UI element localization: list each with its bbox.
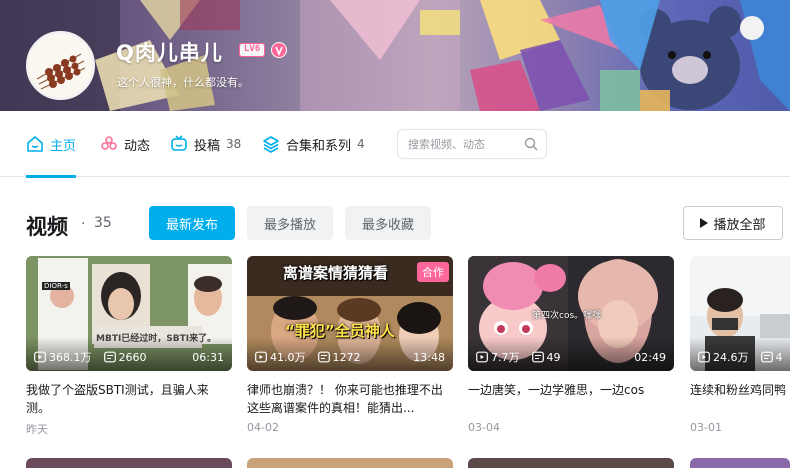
tab-home[interactable]: 主页 xyxy=(26,111,77,178)
video-count: 35 xyxy=(94,215,112,231)
danmaku-icon xyxy=(531,351,544,363)
user-name: Q肉儿串儿 xyxy=(116,41,223,65)
thumbnail-caption: 第四次cos。嘿嘿 xyxy=(532,311,602,321)
video-card[interactable]: 24.6万 4 连续和粉丝鸡同鸭 03-01 xyxy=(690,256,790,434)
sort-most-favorited-button[interactable]: 最多收藏 xyxy=(345,206,431,240)
danmaku-icon xyxy=(103,351,116,363)
video-thumbnail[interactable]: MBTI已经过时，SBTI来了。 DIOR-s 368.1万 2660 06:3… xyxy=(26,256,232,371)
video-thumbnail[interactable]: 第四次cos。嘿嘿 7.7万 49 02:49 xyxy=(468,256,674,371)
search-input[interactable] xyxy=(408,135,518,153)
tab-activity-label: 动态 xyxy=(124,138,151,154)
section-separator: · xyxy=(81,216,86,232)
play-all-button[interactable]: 播放全部 xyxy=(683,206,783,240)
video-duration: 13:48 xyxy=(413,350,445,364)
play-all-label: 播放全部 xyxy=(713,217,766,233)
search-box xyxy=(397,129,547,159)
video-duration: 02:49 xyxy=(634,350,666,364)
video-title[interactable]: 律师也崩溃？！ 你来可能也推理不出这些离谱案件的真相！能猜出... xyxy=(247,381,453,417)
user-bio: 这个人很神，什么都没有。 xyxy=(117,76,249,89)
video-date: 昨天 xyxy=(26,423,48,436)
tab-uploads[interactable]: 投稿 38 xyxy=(170,111,241,177)
tab-collections-count: 4 xyxy=(357,137,365,151)
profile-nav: 主页 动态 投稿 38 合集和系列 4 xyxy=(0,111,790,178)
tab-collections[interactable]: 合集和系列 4 xyxy=(262,111,365,177)
video-date: 03-04 xyxy=(468,421,500,434)
play-count-icon xyxy=(698,351,710,363)
play-count-icon xyxy=(255,351,267,363)
video-thumbnail-peek xyxy=(26,458,232,468)
video-stats: 368.1万 2660 06:31 xyxy=(34,349,224,365)
level-badge: LV6 xyxy=(239,43,265,57)
video-title[interactable]: 连续和粉丝鸡同鸭 xyxy=(690,381,790,417)
view-count: 41.0万 xyxy=(270,351,306,364)
avatar[interactable] xyxy=(26,31,95,100)
play-icon xyxy=(700,218,709,228)
video-card[interactable]: 离谱案情猜猜看 “罪犯”全员神人 合作 41.0万 1272 13:48 律师也… xyxy=(247,256,453,434)
video-date: 04-02 xyxy=(247,421,279,434)
video-thumbnail-peek xyxy=(690,458,790,468)
tab-uploads-label: 投稿 xyxy=(194,138,221,154)
danmaku-icon xyxy=(760,351,773,363)
video-thumbnail-peek xyxy=(468,458,674,468)
video-card[interactable]: MBTI已经过时，SBTI来了。 DIOR-s 368.1万 2660 06:3… xyxy=(26,256,232,437)
activity-icon xyxy=(101,136,117,150)
video-thumbnail-peek xyxy=(247,458,453,468)
view-count: 7.7万 xyxy=(491,351,520,364)
tv-icon xyxy=(171,135,187,151)
collab-badge: 合作 xyxy=(417,262,449,282)
tab-activity[interactable]: 动态 xyxy=(100,111,150,177)
video-stats: 7.7万 49 02:49 xyxy=(476,349,666,365)
tab-home-label: 主页 xyxy=(50,138,77,154)
home-icon xyxy=(27,136,43,152)
sort-most-played-button[interactable]: 最多播放 xyxy=(247,206,333,240)
danmaku-count: 2660 xyxy=(118,350,147,364)
thumbnail-caption: 离谱案情猜猜看 xyxy=(283,264,389,282)
thumbnail-label: DIOR-s xyxy=(42,282,70,290)
view-count: 24.6万 xyxy=(713,351,749,364)
video-thumbnail[interactable]: 24.6万 4 xyxy=(690,256,790,371)
section-title: 视频 xyxy=(26,215,68,239)
vip-icon xyxy=(271,42,287,58)
video-thumbnail[interactable]: 离谱案情猜猜看 “罪犯”全员神人 合作 41.0万 1272 13:48 xyxy=(247,256,453,371)
layers-icon xyxy=(263,136,279,153)
search-icon[interactable] xyxy=(524,137,538,151)
video-stats: 24.6万 4 xyxy=(698,349,790,365)
video-card[interactable]: 第四次cos。嘿嘿 7.7万 49 02:49 一边唐笑，一边学雅思，一边cos… xyxy=(468,256,674,434)
play-count-icon xyxy=(476,351,488,363)
video-title[interactable]: 一边唐笑，一边学雅思，一边cos xyxy=(468,381,674,417)
danmaku-icon xyxy=(317,351,330,363)
video-duration: 06:31 xyxy=(192,350,224,364)
avatar-skewers-image xyxy=(29,34,92,97)
danmaku-count: 1272 xyxy=(332,350,361,364)
sort-latest-button[interactable]: 最新发布 xyxy=(149,206,235,240)
view-count: 368.1万 xyxy=(49,351,92,364)
video-date: 03-01 xyxy=(690,421,722,434)
play-count-icon xyxy=(34,351,46,363)
video-stats: 41.0万 1272 13:48 xyxy=(255,349,445,365)
tab-uploads-count: 38 xyxy=(226,137,242,151)
video-title[interactable]: 我做了个盗版SBTI测试，且骗人来测。 xyxy=(26,381,232,417)
danmaku-count: 49 xyxy=(546,350,561,364)
tab-collections-label: 合集和系列 xyxy=(286,138,352,154)
danmaku-count: 4 xyxy=(775,350,783,364)
